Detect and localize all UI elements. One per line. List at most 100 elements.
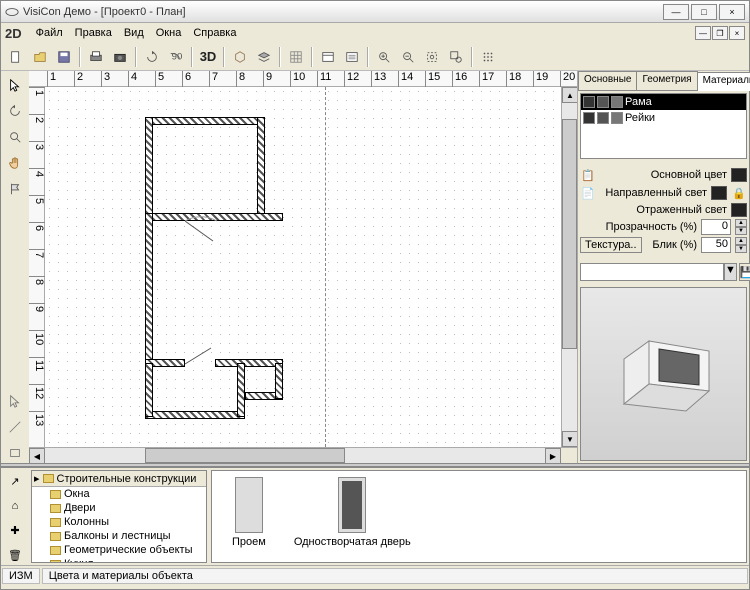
- rotate-tool[interactable]: [5, 101, 25, 121]
- tree-node-5[interactable]: Кухня: [32, 557, 206, 563]
- library-tools: ↗ ⌂ ✚ 🗑: [1, 468, 29, 565]
- ruler-vertical: 12345678910111213: [29, 87, 45, 447]
- menu-edit[interactable]: Правка: [69, 25, 118, 41]
- camera-button[interactable]: [109, 46, 131, 68]
- rotate-90-button[interactable]: 90: [165, 46, 187, 68]
- box-tool-button[interactable]: [229, 46, 251, 68]
- lib-add-button[interactable]: ✚: [5, 522, 25, 541]
- gallery-item-door[interactable]: Одностворчатая дверь: [294, 477, 411, 556]
- status-bar: ИЗМ Цвета и материалы объекта: [1, 565, 749, 585]
- window-title: VisiCon Демо - [Проект0 - План]: [23, 6, 663, 18]
- material-combo-input[interactable]: [580, 263, 724, 281]
- texture-button[interactable]: Текстура..: [580, 237, 642, 253]
- base-color-swatch[interactable]: [731, 168, 747, 182]
- preview-3d[interactable]: [580, 287, 747, 461]
- tab-materials[interactable]: Материалы: [697, 72, 750, 91]
- lib-del-button[interactable]: 🗑: [5, 546, 25, 565]
- flag-tool[interactable]: [5, 179, 25, 199]
- mode-3d-button[interactable]: 3D: [197, 46, 219, 68]
- zoom-in-button[interactable]: [373, 46, 395, 68]
- gallery-label-0: Проем: [232, 536, 266, 548]
- materials-list[interactable]: Рама Рейки: [580, 93, 747, 159]
- grid-button[interactable]: [285, 46, 307, 68]
- menu-windows[interactable]: Окна: [150, 25, 188, 41]
- tree-node-2[interactable]: Колонны: [32, 515, 206, 529]
- spec-spinner[interactable]: ▲▼: [735, 237, 747, 253]
- refl-light-swatch[interactable]: [731, 203, 747, 217]
- menu-view[interactable]: Вид: [118, 25, 150, 41]
- menu-bar: 2D Файл Правка Вид Окна Справка — ❐ ×: [1, 23, 749, 43]
- zoom-tool[interactable]: [5, 127, 25, 147]
- material-name-0: Рама: [625, 96, 652, 108]
- save-material-button[interactable]: 💾: [739, 263, 750, 281]
- dir-light-swatch[interactable]: [711, 186, 727, 200]
- layers-button[interactable]: [253, 46, 275, 68]
- mdi-minimize-button[interactable]: —: [695, 26, 711, 40]
- opening-icon: [235, 477, 263, 533]
- close-button[interactable]: ×: [719, 4, 745, 20]
- drawing-canvas[interactable]: [45, 87, 561, 447]
- tree-root[interactable]: ▸ Строительные конструкции: [32, 471, 206, 487]
- arrow-tool-2[interactable]: [5, 391, 25, 411]
- base-color-label: Основной цвет: [600, 169, 727, 181]
- tree-node-4[interactable]: Геометрические объекты: [32, 543, 206, 557]
- scrollbar-vertical[interactable]: ▲ ▼: [561, 87, 577, 447]
- workspace: /* ticks populated below */ 123456789101…: [1, 71, 749, 463]
- tab-geometry[interactable]: Геометрия: [636, 71, 697, 90]
- transparency-spinner[interactable]: ▲▼: [735, 219, 747, 235]
- select-tool[interactable]: [5, 75, 25, 95]
- lock-icon[interactable]: 🔒: [731, 185, 747, 201]
- tree-node-0[interactable]: Окна: [32, 487, 206, 501]
- spec-label: Блик (%): [646, 239, 697, 251]
- app-icon: [5, 5, 19, 19]
- scrollbar-horizontal[interactable]: ◀ ▶: [29, 447, 577, 463]
- mdi-restore-button[interactable]: ❐: [712, 26, 728, 40]
- color-properties: 📋 Основной цвет 📄 Направленный свет 🔒 От…: [580, 165, 747, 255]
- table-button[interactable]: [317, 46, 339, 68]
- maximize-button[interactable]: □: [691, 4, 717, 20]
- line-tool[interactable]: [5, 417, 25, 437]
- library-panel: ↗ ⌂ ✚ 🗑 ▸ Строительные конструкции Окна …: [1, 467, 749, 565]
- zoom-out-button[interactable]: [397, 46, 419, 68]
- rect-tool[interactable]: [5, 443, 25, 463]
- menu-help[interactable]: Справка: [187, 25, 242, 41]
- print-button[interactable]: [85, 46, 107, 68]
- new-button[interactable]: [5, 46, 27, 68]
- refl-light-label: Отраженный свет: [580, 204, 727, 216]
- zoom-window-button[interactable]: [445, 46, 467, 68]
- door-icon: [338, 477, 366, 533]
- transparency-field[interactable]: 0: [701, 219, 731, 235]
- copy-icon[interactable]: 📋: [580, 167, 596, 183]
- tree-node-1[interactable]: Двери: [32, 501, 206, 515]
- dropdown-icon[interactable]: ▼: [724, 263, 737, 281]
- snap-button[interactable]: [477, 46, 499, 68]
- guide-line: [325, 87, 326, 447]
- material-combo[interactable]: ▼ 💾 ✎: [580, 263, 747, 281]
- properties-panel: Основные Геометрия Материалы Рама Рейки …: [577, 71, 749, 463]
- ruler-horizontal: /* ticks populated below */ 123456789101…: [29, 71, 577, 87]
- save-button[interactable]: [53, 46, 75, 68]
- list-button[interactable]: [341, 46, 363, 68]
- dir-light-label: Направленный свет: [600, 187, 707, 199]
- minimize-button[interactable]: —: [663, 4, 689, 20]
- lib-up-button[interactable]: ↗: [5, 472, 25, 491]
- menu-file[interactable]: Файл: [30, 25, 69, 41]
- tree-node-3[interactable]: Балконы и лестницы: [32, 529, 206, 543]
- paste-icon[interactable]: 📄: [580, 185, 596, 201]
- material-row-0[interactable]: Рама: [581, 94, 746, 110]
- preview-window-icon: [604, 329, 724, 419]
- library-tree[interactable]: ▸ Строительные конструкции Окна Двери Ко…: [31, 470, 207, 563]
- gallery-item-opening[interactable]: Проем: [232, 477, 266, 556]
- rotate-button[interactable]: [141, 46, 163, 68]
- spec-field[interactable]: 50: [701, 237, 731, 253]
- material-row-1[interactable]: Рейки: [581, 110, 746, 126]
- tab-main[interactable]: Основные: [578, 71, 637, 90]
- pan-tool[interactable]: [5, 153, 25, 173]
- lib-home-button[interactable]: ⌂: [5, 497, 25, 516]
- main-toolbar: 90 3D: [1, 43, 749, 71]
- left-toolbox: [1, 71, 29, 463]
- open-button[interactable]: [29, 46, 51, 68]
- zoom-fit-button[interactable]: [421, 46, 443, 68]
- transparency-label: Прозрачность (%): [580, 221, 697, 233]
- mdi-close-button[interactable]: ×: [729, 26, 745, 40]
